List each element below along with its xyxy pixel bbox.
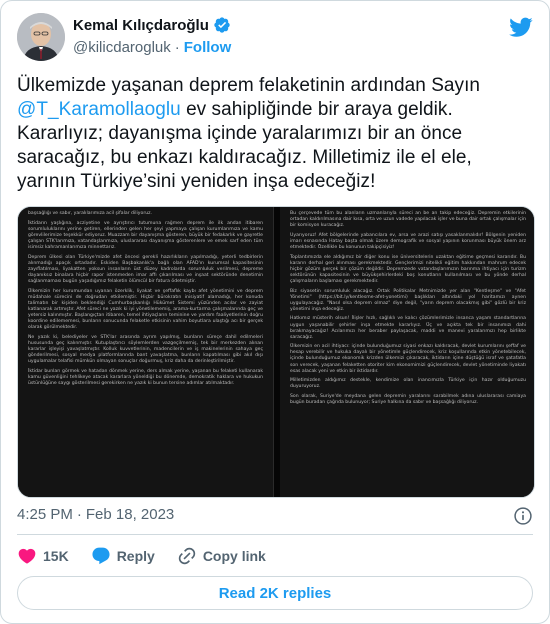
media-paragraph: Biz siyasetin sorumluluk alacağız. Ortak… (290, 288, 526, 312)
twitter-bird-icon[interactable] (509, 15, 533, 39)
avatar[interactable] (17, 13, 65, 61)
separator-dot: · (76, 506, 82, 523)
copy-link-button[interactable]: Copy link (177, 546, 266, 566)
handle-row: @kilicdarogluk · Follow (73, 39, 231, 56)
link-icon (178, 547, 196, 565)
display-name[interactable]: Kemal Kılıçdaroğlu (73, 17, 209, 34)
tweet-header: Kemal Kılıçdaroğlu @kilicdarogluk · Foll… (17, 13, 533, 61)
divider (17, 534, 533, 535)
media-paragraph: Son olarak, Suriye'de meydana gelen depr… (290, 393, 526, 406)
reply-label: Reply (116, 548, 155, 564)
media-paragraph: Ne yazık ki, belediyeler ve STK'lar aras… (28, 334, 263, 365)
media-paragraph: İktidarın yaşlığına, acziyetine ve ayrış… (28, 220, 263, 250)
media-paragraph: Milletimizden aldığımız destekle, kendim… (290, 378, 526, 390)
media-paragraph: başsağlığı ve sabır, yaralılarımıza acil… (28, 211, 152, 216)
media-paragraph: Deprem ülkesi olan Türkiye'mizde afet ön… (28, 254, 263, 284)
tweet-card: Kemal Kılıçdaroğlu @kilicdarogluk · Foll… (0, 0, 550, 624)
media-page-right: Bu çerçevede tüm bu alanların uzmanlarıy… (280, 207, 534, 497)
tweet-media-image[interactable]: başsağlığı ve sabır, yaralılarımıza acil… (17, 206, 535, 498)
follow-button[interactable]: Follow (184, 39, 232, 56)
tweet-text-part: Ülkemizde yaşanan deprem felaketinin ard… (17, 75, 481, 96)
tweet-timestamp[interactable]: 4:25 PM · Feb 18, 2023 (17, 506, 174, 523)
media-paragraph: Hatkımız müsterih olsun! İlişler hızlı, … (290, 316, 526, 340)
read-replies-label: Read 2K replies (218, 584, 332, 602)
heart-icon (18, 548, 36, 564)
likes-count: 15K (43, 548, 69, 564)
tweet-date: Feb 18, 2023 (85, 506, 175, 523)
separator-dot: · (174, 39, 180, 56)
media-paragraph: Ülkemizin en acil ihtiyacı: içinde bulun… (290, 344, 526, 374)
info-icon[interactable] (513, 506, 533, 526)
name-row: Kemal Kılıçdaroğlu (73, 16, 231, 34)
media-paragraph: Uyarıyoruz! Afet bölgelerinde yabancılar… (290, 232, 526, 250)
reply-button[interactable]: Reply (91, 546, 155, 566)
like-button[interactable]: 15K (17, 546, 69, 566)
tweet-time: 4:25 PM (17, 506, 73, 523)
user-handle[interactable]: @kilicdarogluk (73, 39, 171, 56)
media-page-left: başsağlığı ve sabır, yaralılarımıza acil… (18, 207, 274, 497)
media-paragraph: Bu çerçevede tüm bu alanların uzmanlarıy… (290, 211, 526, 229)
tweet-text: Ülkemizde yaşanan deprem felaketinin ard… (17, 74, 527, 194)
mention-link[interactable]: @T_Karamollaoglu (17, 99, 181, 120)
tweet-actions: 15K Reply Copy link (17, 544, 288, 568)
media-paragraph: Ülkemizin her kurumundan uyanan özerklik… (28, 288, 263, 331)
media-paragraph: Toplantımızda ele aldığımız bir diğer ko… (290, 254, 526, 284)
read-replies-button[interactable]: Read 2K replies (17, 576, 533, 610)
verified-badge-icon (213, 16, 231, 34)
media-paragraph: İktidar bunları görmek ve hatadan dönmek… (28, 368, 263, 386)
copy-link-label: Copy link (202, 548, 266, 564)
reply-bubble-icon (92, 547, 110, 565)
